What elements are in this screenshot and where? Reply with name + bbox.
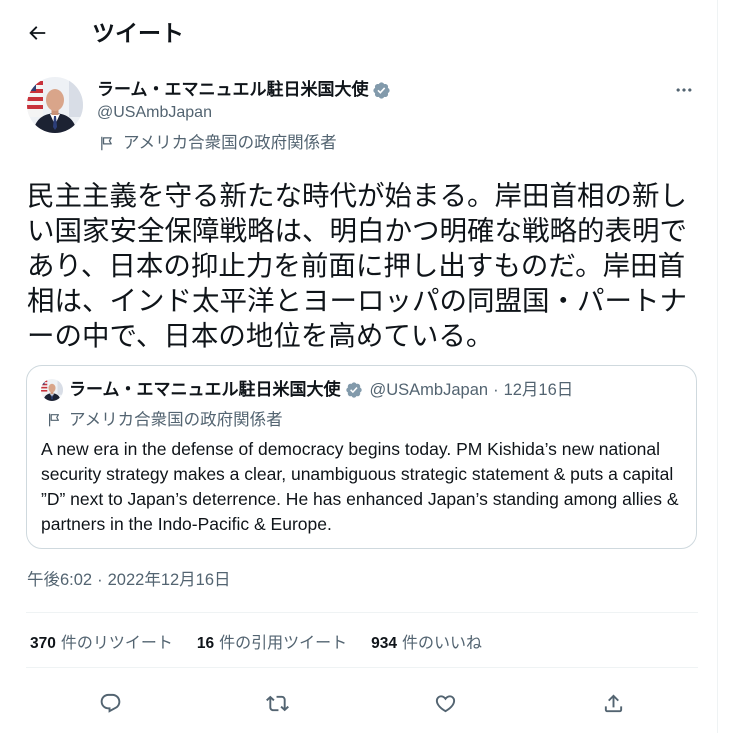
retweet-count: 370	[30, 635, 56, 652]
author-handle[interactable]: @USAmbJapan	[97, 103, 212, 123]
quoted-government-label: アメリカ合衆国の政府関係者	[46, 409, 283, 431]
author-name[interactable]: ラーム・エマニュエル駐日米国大使	[97, 79, 369, 101]
reply-button[interactable]	[92, 685, 128, 721]
heart-icon	[435, 694, 455, 712]
quote-count-label: 件の引用ツイート	[219, 635, 348, 652]
government-label[interactable]: アメリカ合衆国の政府関係者	[98, 132, 337, 154]
quoted-government-label-text: アメリカ合衆国の政府関係者	[69, 411, 283, 429]
page-title: ツイート	[92, 20, 184, 46]
back-button[interactable]	[19, 15, 55, 51]
flag-icon	[49, 413, 59, 427]
quoted-author-handle: @USAmbJapan	[369, 381, 489, 399]
more-icon	[676, 88, 692, 92]
quoted-avatar	[41, 379, 63, 401]
retweet-icon	[265, 695, 289, 711]
quoted-date: 12月16日	[503, 381, 574, 399]
arrow-left-icon	[29, 26, 46, 40]
quote-count-link[interactable]: 16 件の引用ツイート	[197, 633, 347, 655]
quoted-header: ラーム・エマニュエル駐日米国大使 @USAmbJapan · 12月16日	[69, 378, 573, 402]
quote-count: 16	[196, 635, 215, 652]
like-button[interactable]	[427, 685, 463, 721]
tweet-timestamp: 午後6:02 · 2022年12月16日	[27, 568, 231, 592]
retweet-button[interactable]	[259, 685, 295, 721]
timestamp-separator: ·	[97, 571, 103, 589]
divider	[26, 612, 698, 613]
retweet-count-link[interactable]: 370 件のリツイート	[30, 633, 173, 655]
avatar-image	[27, 77, 83, 133]
tweet-text: 民主主義を守る新たな時代が始まる。岸田首相の新しい国家安全保障戦略は、明白かつ明…	[27, 180, 687, 351]
quoted-tweet-text: A new era in the defense of democracy be…	[41, 439, 679, 534]
quoted-meta: @USAmbJapan · 12月16日	[370, 378, 574, 402]
meta-separator: ·	[493, 381, 499, 399]
retweet-count-label: 件のリツイート	[60, 635, 173, 652]
avatar[interactable]	[27, 77, 83, 133]
like-count-link[interactable]: 934 件のいいね	[371, 633, 482, 655]
like-count-label: 件のいいね	[402, 635, 483, 652]
timeline-column: ツイート ラーム・エマニュエル駐日米国大使 @USAmbJapan アメリカ合衆…	[0, 0, 718, 733]
verified-badge-icon	[345, 382, 362, 398]
like-count: 934	[371, 635, 398, 652]
tweet-time[interactable]: 午後6:02	[27, 571, 92, 589]
quoted-tweet[interactable]: ラーム・エマニュエル駐日米国大使 @USAmbJapan · 12月16日 アメリカ…	[26, 365, 697, 549]
share-button[interactable]	[595, 685, 631, 721]
quoted-author-name: ラーム・エマニュエル駐日米国大使	[69, 380, 341, 399]
quoted-avatar-image	[41, 379, 63, 401]
government-label-text: アメリカ合衆国の政府関係者	[123, 134, 337, 152]
verified-badge-icon	[372, 81, 390, 99]
share-icon	[604, 693, 622, 712]
flag-icon	[101, 136, 112, 150]
engagement-stats: 370 件のリツイート 16 件の引用ツイート 934 件のいいね	[30, 633, 482, 655]
divider	[26, 667, 698, 668]
author-row: ラーム・エマニュエル駐日米国大使	[97, 79, 391, 101]
reply-icon	[100, 693, 120, 713]
tweet-date[interactable]: 2022年12月16日	[108, 571, 231, 589]
more-options-button[interactable]	[672, 78, 696, 102]
tweet-detail-page: ツイート ラーム・エマニュエル駐日米国大使 @USAmbJapan アメリカ合衆…	[0, 0, 750, 733]
